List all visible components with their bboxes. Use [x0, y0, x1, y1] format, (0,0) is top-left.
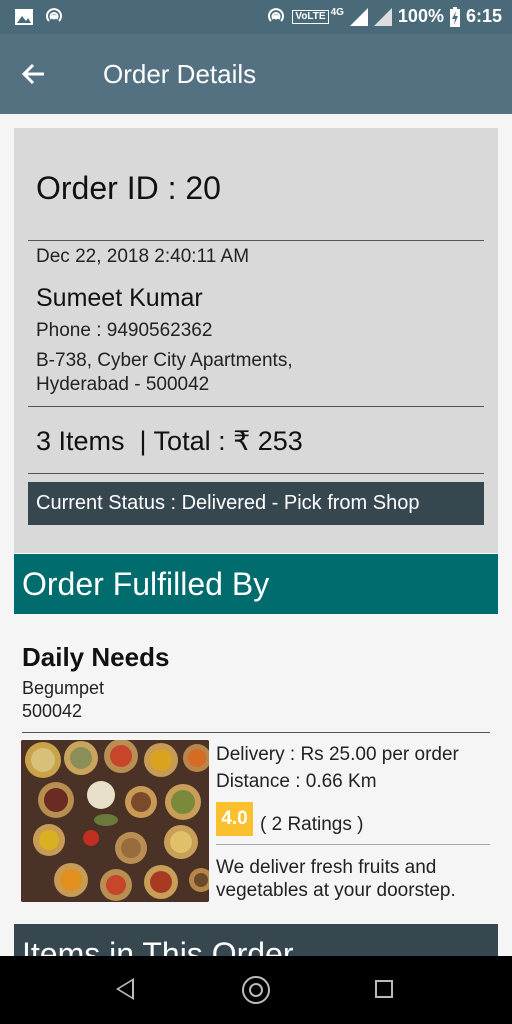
battery-charging-icon — [449, 6, 460, 27]
divider — [28, 473, 484, 474]
volte-label: VoLTE — [292, 9, 329, 24]
divider — [22, 732, 490, 733]
nav-back-icon[interactable] — [116, 978, 134, 1000]
nav-home-icon[interactable] — [242, 976, 270, 1004]
items-header: Items in This Order — [14, 924, 498, 956]
nav-recents-icon[interactable] — [375, 980, 393, 998]
rating-badge: 4.0 — [216, 802, 253, 836]
customer-phone: Phone : 9490562362 — [36, 320, 213, 341]
shop-area: Begumpet — [22, 678, 105, 698]
clock: 6:15 — [465, 6, 502, 26]
customer-address-line1: B-738, Cyber City Apartments, — [36, 350, 293, 371]
order-date: Dec 22, 2018 2:40:11 AM — [36, 246, 250, 267]
battery-percent: 100% — [397, 6, 444, 26]
network-label: 4G — [330, 7, 344, 18]
wifi-hotspot-icon — [268, 7, 285, 22]
divider — [216, 844, 490, 845]
shop-image[interactable] — [21, 740, 209, 902]
system-nav-bar — [0, 956, 512, 1024]
hotspot-icon — [46, 8, 62, 22]
signal-icon-2 — [373, 7, 392, 26]
shop-name[interactable]: Daily Needs — [22, 642, 169, 673]
customer-name: Sumeet Kumar — [36, 284, 203, 312]
fulfilled-header: Order Fulfilled By — [14, 554, 498, 614]
items-total: 3 Items | Total : ₹ 253 — [36, 426, 303, 456]
back-button[interactable] — [20, 56, 60, 92]
order-card: Order ID : 20 Dec 22, 2018 2:40:11 AM Su… — [14, 128, 498, 553]
order-status: Current Status : Delivered - Pick from S… — [28, 482, 484, 525]
ratings-count[interactable]: ( 2 Ratings ) — [260, 814, 363, 836]
customer-address-line2: Hyderabad - 500042 — [36, 374, 210, 395]
distance: Distance : 0.66 Km — [216, 771, 377, 792]
page-title: Order Details — [103, 59, 257, 89]
status-bar: VoLTE 4G 100% 6:15 — [0, 0, 512, 34]
app-bar: Order Details — [0, 34, 512, 114]
divider — [28, 406, 484, 407]
spices-image — [21, 740, 209, 902]
shop-description: We deliver fresh fruits and vegetables a… — [216, 857, 456, 901]
delivery-charge: Delivery : Rs 25.00 per order — [216, 744, 459, 765]
divider — [28, 240, 484, 241]
order-id: Order ID : 20 — [36, 170, 221, 206]
arrow-left-icon — [21, 63, 44, 85]
content-scroll[interactable]: Order ID : 20 Dec 22, 2018 2:40:11 AM Su… — [0, 114, 512, 956]
shop-pincode: 500042 — [22, 701, 83, 721]
signal-icon — [349, 7, 368, 26]
image-icon — [15, 9, 33, 25]
